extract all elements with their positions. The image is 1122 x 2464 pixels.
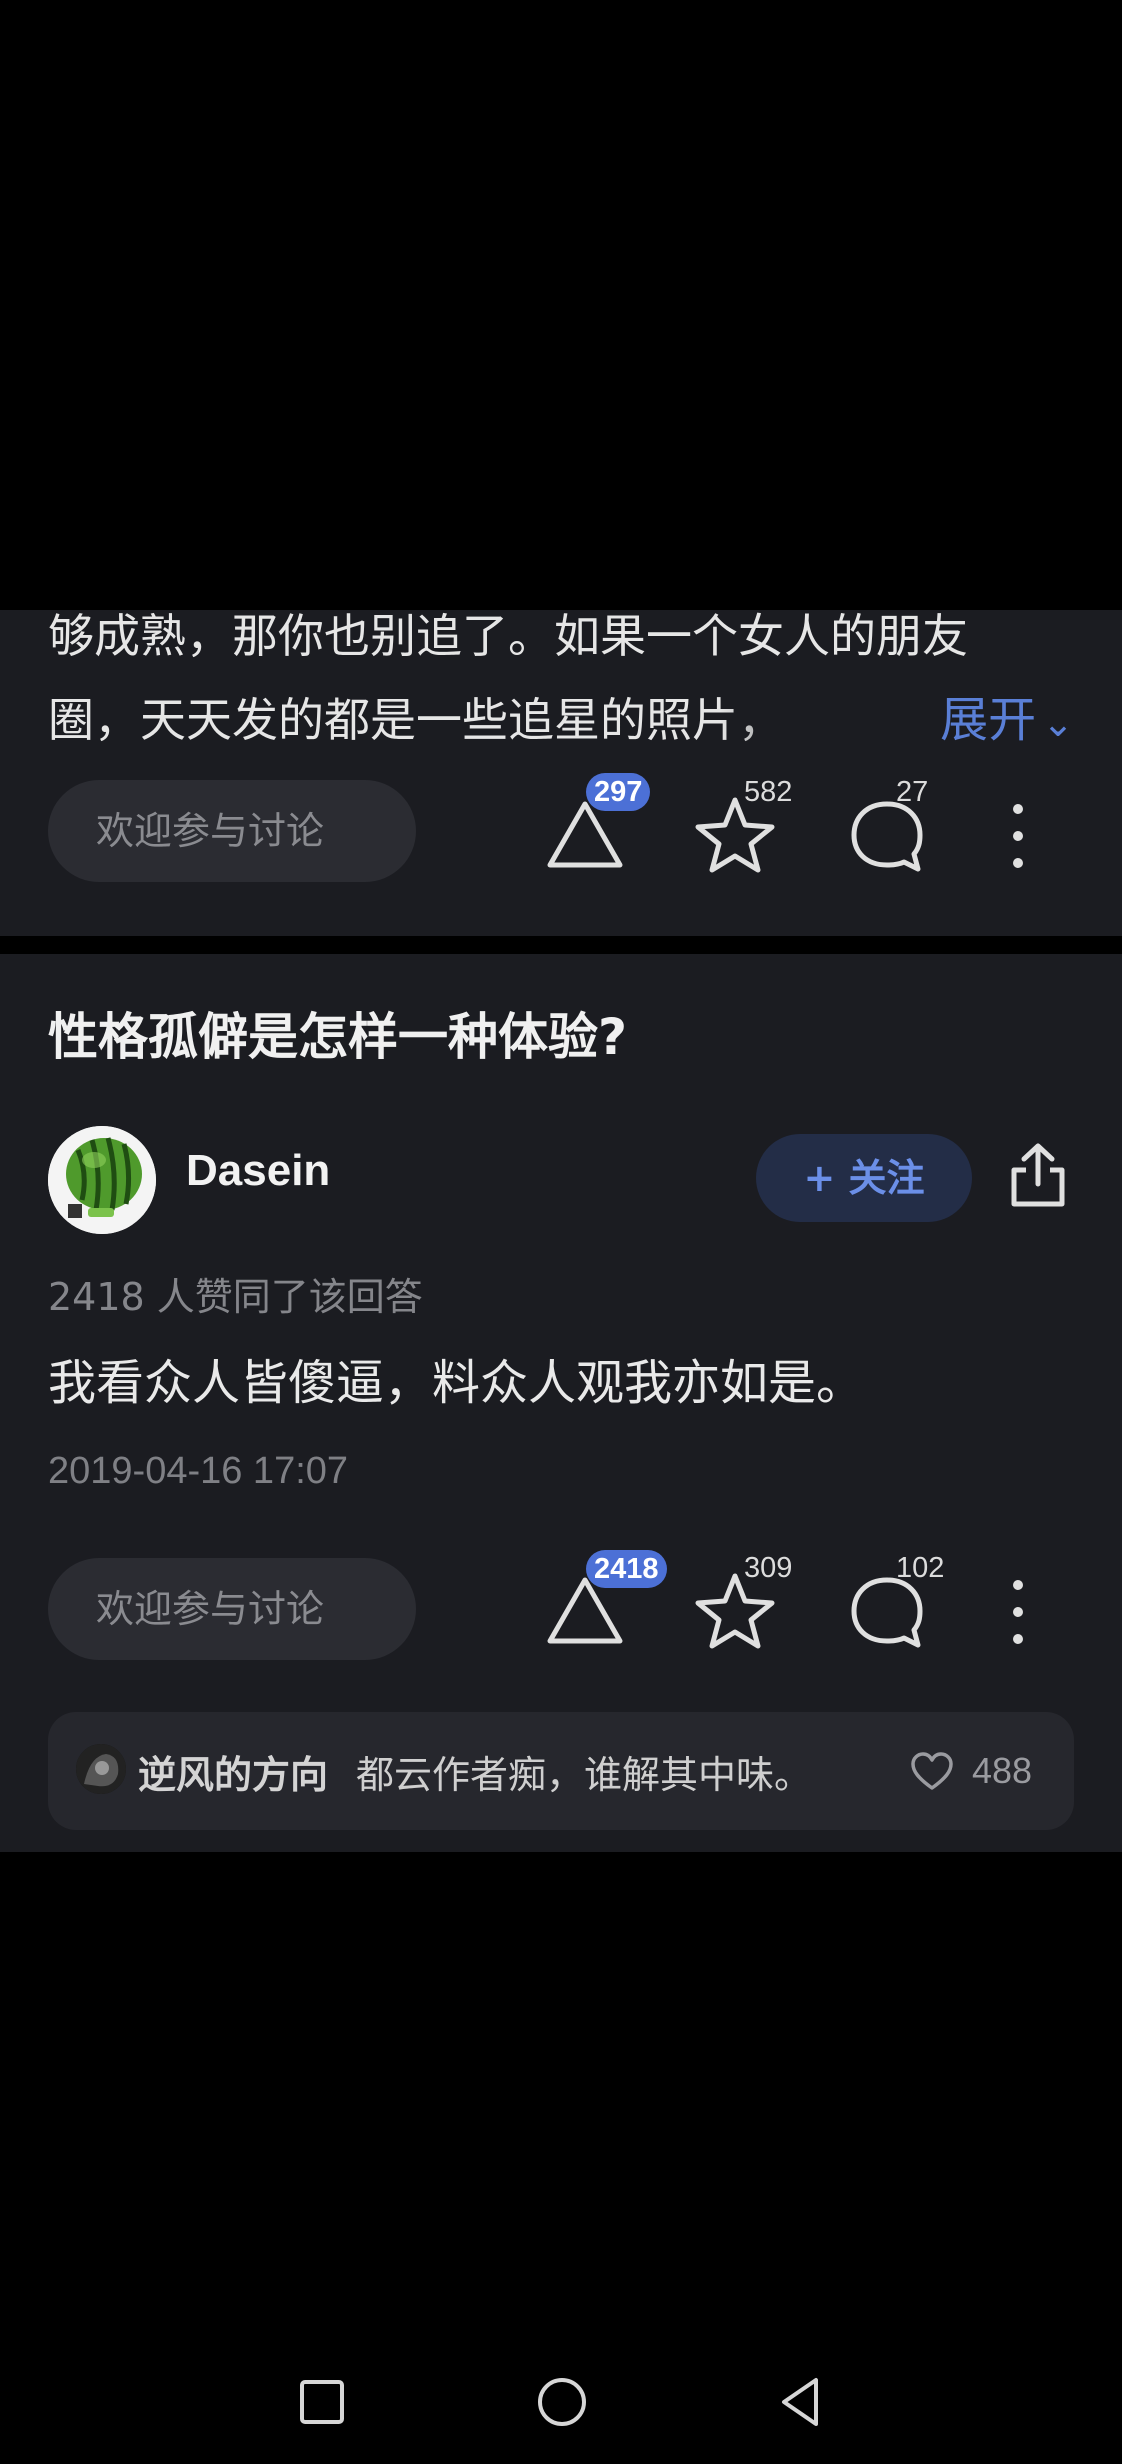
square-icon: [300, 2380, 344, 2424]
more-vertical-icon[interactable]: [1008, 1580, 1028, 1644]
commenter-avatar[interactable]: [76, 1744, 126, 1794]
share-icon: [1011, 1143, 1065, 1207]
comment-count: 27: [896, 776, 929, 808]
favorite-count: 582: [744, 776, 793, 808]
commenter-avatar-icon: [76, 1744, 126, 1794]
comment-count: 102: [896, 1552, 945, 1584]
answer-text[interactable]: 我看众人皆傻逼，料众人观我亦如是。: [48, 1348, 864, 1418]
back-triangle-icon: [782, 2378, 818, 2426]
question-title[interactable]: 性格孤僻是怎样一种体验?: [48, 1002, 627, 1072]
author-avatar[interactable]: [48, 1126, 156, 1234]
excerpt-line-1: 够成熟，那你也别追了。如果一个女人的朋友: [48, 609, 968, 663]
follow-button[interactable]: + 关注: [756, 1134, 972, 1222]
circle-icon: [538, 2378, 586, 2426]
commenter-name[interactable]: 逆风的方向: [138, 1744, 328, 1799]
excerpt-line-2: 圈，天天发的都是一些追星的照片，: [48, 693, 784, 747]
system-navigation-bar: [0, 2340, 1122, 2464]
chevron-down-icon: ⌄: [1042, 701, 1074, 745]
top-comment[interactable]: 逆风的方向 都云作者痴，谁解其中味。 488: [48, 1712, 1074, 1830]
watermelon-avatar-icon: [48, 1126, 156, 1234]
back-button[interactable]: [770, 2370, 834, 2434]
like-button[interactable]: [910, 1752, 954, 1792]
home-button[interactable]: [530, 2370, 594, 2434]
discuss-input[interactable]: 欢迎参与讨论: [48, 780, 416, 882]
expand-button[interactable]: 展开 ⌄: [940, 686, 1074, 757]
share-button[interactable]: [1006, 1140, 1070, 1210]
agree-count-text: 2418 人赞同了该回答: [48, 1275, 423, 1319]
favorite-count: 309: [744, 1552, 793, 1584]
answer-date: 2019-04-16 17:07: [48, 1450, 349, 1492]
expand-label: 展开: [940, 692, 1037, 748]
comment-text: 都云作者痴，谁解其中味。: [356, 1753, 813, 1797]
upvote-count-badge: 297: [586, 773, 651, 811]
heart-icon: [911, 1752, 953, 1790]
like-count: 488: [972, 1750, 1033, 1791]
discuss-input[interactable]: 欢迎参与讨论: [48, 1558, 416, 1660]
recent-apps-button[interactable]: [290, 2370, 354, 2434]
upvote-count-badge: 2418: [586, 1550, 667, 1588]
author-name[interactable]: Dasein: [186, 1146, 330, 1196]
excerpt-fade: [720, 688, 920, 758]
more-vertical-icon[interactable]: [1008, 804, 1028, 868]
answer-excerpt[interactable]: 够成熟，那你也别追了。如果一个女人的朋友 圈，天天发的都是一些追星的照片，: [48, 594, 1088, 762]
